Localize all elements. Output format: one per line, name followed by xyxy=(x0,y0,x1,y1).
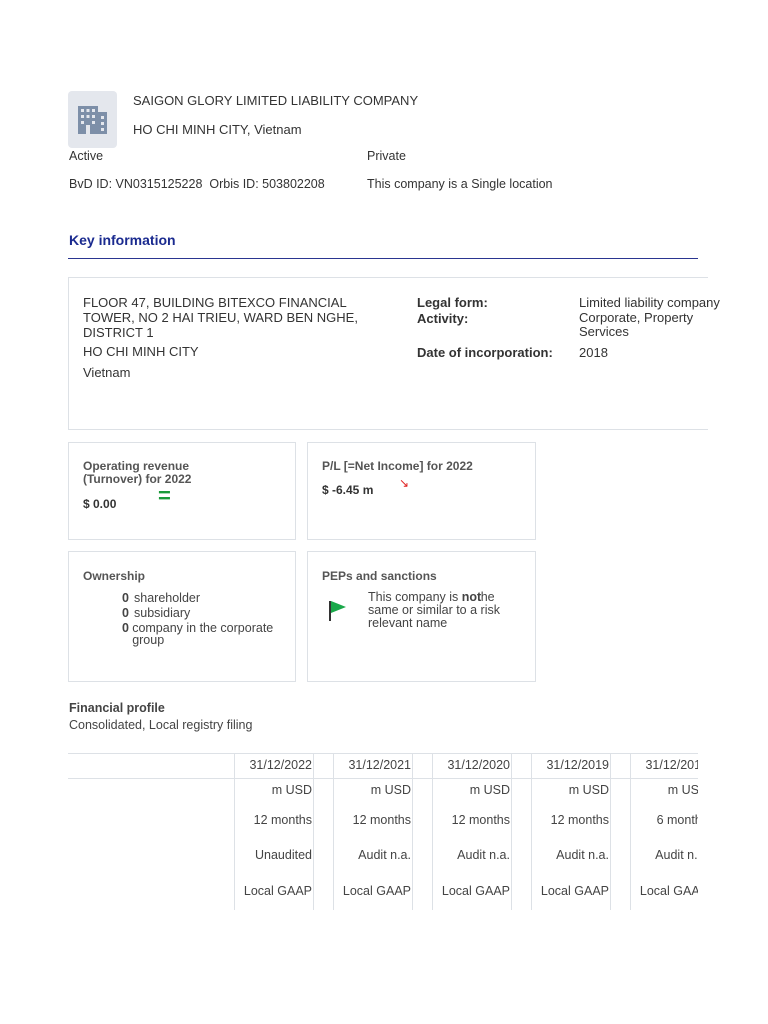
status: Active xyxy=(69,149,104,163)
cell-unit: m USD xyxy=(667,783,698,797)
count: 0 xyxy=(122,621,129,635)
cell-audit: Audit n.a. xyxy=(358,848,411,862)
cell-audit: Audit n.a. xyxy=(655,848,698,862)
building-icon xyxy=(78,106,107,134)
cell-period: 6 months xyxy=(656,813,698,827)
incorporation-value: 2018 xyxy=(579,345,608,360)
peps-text: This company is not the same or similar … xyxy=(368,591,508,630)
cell-standard: Local GAAP xyxy=(639,884,698,898)
legal-form-value: Limited liability company xyxy=(579,295,720,310)
peps-text-pre: This company is xyxy=(368,590,462,604)
location-type: This company is a Single location xyxy=(367,177,553,191)
financial-table: 31/12/2022 m USD 12 months Unaudited Local G… xyxy=(68,753,698,913)
cell-date: 31/12/2021 xyxy=(348,758,411,772)
cell-standard: Local GAAP xyxy=(441,884,510,898)
ownership-item[interactable]: 0 shareholder xyxy=(122,591,282,606)
divider xyxy=(68,258,698,259)
company-ids: BvD ID: VN0315125228 Orbis ID: 503802208 xyxy=(69,177,325,191)
peps-title: PEPs and sanctions xyxy=(322,569,437,583)
key-info-box: FLOOR 47, BUILDING BITEXCO FINANCIAL TOW… xyxy=(68,277,720,430)
ownership-title: Ownership xyxy=(83,569,146,583)
label: company in the corporate group xyxy=(132,621,274,647)
ownership-item[interactable]: 0 company in the corporate group xyxy=(122,621,282,647)
company-name: SAIGON GLORY LIMITED LIABILITY COMPANY xyxy=(133,93,419,108)
key-information-heading: Key information xyxy=(69,232,176,248)
cell-unit: m USD xyxy=(271,783,312,797)
cell-period: 12 months xyxy=(451,813,510,827)
activity-value: Corporate, Property Services xyxy=(579,310,694,339)
revenue-card[interactable]: Operating revenue (Turnover) for 2022 $ … xyxy=(68,442,296,540)
equal-trend-icon: = xyxy=(158,483,171,508)
column-divider xyxy=(610,753,611,910)
legal-form-label: Legal form: xyxy=(417,295,488,310)
cell-audit: Unaudited xyxy=(255,848,312,862)
ownership-item[interactable]: 0 subsidiary xyxy=(122,606,282,621)
column-divider xyxy=(313,753,314,910)
cell-standard: Local GAAP xyxy=(342,884,411,898)
peps-card[interactable]: PEPs and sanctions This company is not t… xyxy=(307,551,536,682)
pl-card[interactable]: P/L [=Net Income] for 2022 $ -6.45 m ↘ xyxy=(307,442,536,540)
down-trend-icon: ↘ xyxy=(399,476,410,490)
column-divider xyxy=(511,753,512,910)
cell-audit: Audit n.a. xyxy=(457,848,510,862)
cell-period: 12 months xyxy=(550,813,609,827)
pl-value: $ -6.45 m xyxy=(322,483,374,497)
company-type: Private xyxy=(367,149,406,163)
label: subsidiary xyxy=(134,605,191,620)
cell-date: 31/12/2019 xyxy=(546,758,609,772)
revenue-value: $ 0.00 xyxy=(83,497,117,511)
cell-unit: m USD xyxy=(568,783,609,797)
pl-title: P/L [=Net Income] for 2022 xyxy=(322,459,473,473)
address-city: HO CHI MINH CITY xyxy=(83,344,199,359)
company-location: HO CHI MINH CITY, Vietnam xyxy=(133,122,302,137)
count: 0 xyxy=(122,605,129,620)
cell-period: 12 months xyxy=(352,813,411,827)
incorporation-label: Date of incorporation: xyxy=(417,345,553,360)
column-divider xyxy=(412,753,413,910)
ownership-card[interactable]: Ownership 0 shareholder 0 subsidiary 0 comp… xyxy=(68,551,296,682)
cell-standard: Local GAAP xyxy=(540,884,609,898)
address-line: FLOOR 47, BUILDING BITEXCO FINANCIAL TOW… xyxy=(83,295,358,340)
cell-date: 31/12/2022 xyxy=(249,758,312,772)
cell-unit: m USD xyxy=(370,783,411,797)
cell-date: 31/12/2018 xyxy=(645,758,698,772)
financial-profile-title: Financial profile xyxy=(69,701,165,715)
cell-standard: Local GAAP xyxy=(243,884,312,898)
company-logo xyxy=(68,91,117,148)
label: shareholder xyxy=(134,591,201,605)
cell-audit: Audit n.a. xyxy=(556,848,609,862)
cell-date: 31/12/2020 xyxy=(447,758,510,772)
ownership-list: 0 shareholder 0 subsidiary 0 company in the… xyxy=(122,591,282,646)
address-country: Vietnam xyxy=(83,365,131,380)
count: 0 xyxy=(122,591,129,605)
cell-period: 12 months xyxy=(253,813,312,827)
revenue-title: Operating revenue (Turnover) for 2022 xyxy=(83,459,192,486)
activity-label: Activity: xyxy=(417,311,469,326)
cell-unit: m USD xyxy=(469,783,510,797)
financial-profile-subtitle: Consolidated, Local registry filing xyxy=(69,718,253,732)
flag-icon xyxy=(329,601,346,621)
